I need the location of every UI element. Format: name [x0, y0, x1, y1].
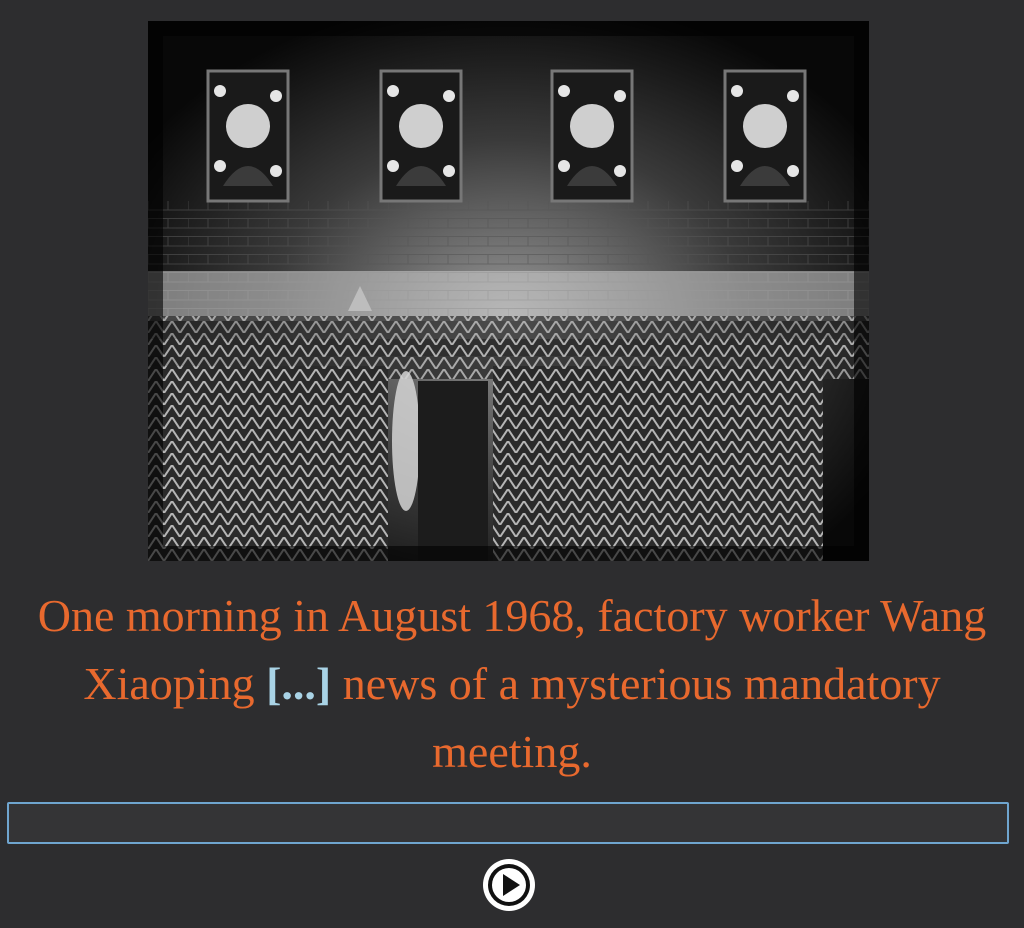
- play-audio-button[interactable]: [482, 858, 536, 912]
- flashcard: One morning in August 1968, factory work…: [0, 0, 1024, 928]
- play-icon: [483, 859, 535, 911]
- cloze-blank: [...]: [266, 658, 332, 709]
- spinning-machines: [148, 286, 869, 561]
- cloze-sentence: One morning in August 1968, factory work…: [20, 582, 1004, 786]
- answer-input[interactable]: [7, 802, 1009, 844]
- factory-illustration: [148, 21, 869, 561]
- sentence-text-after: news of a mysterious mandatory meeting.: [331, 658, 941, 777]
